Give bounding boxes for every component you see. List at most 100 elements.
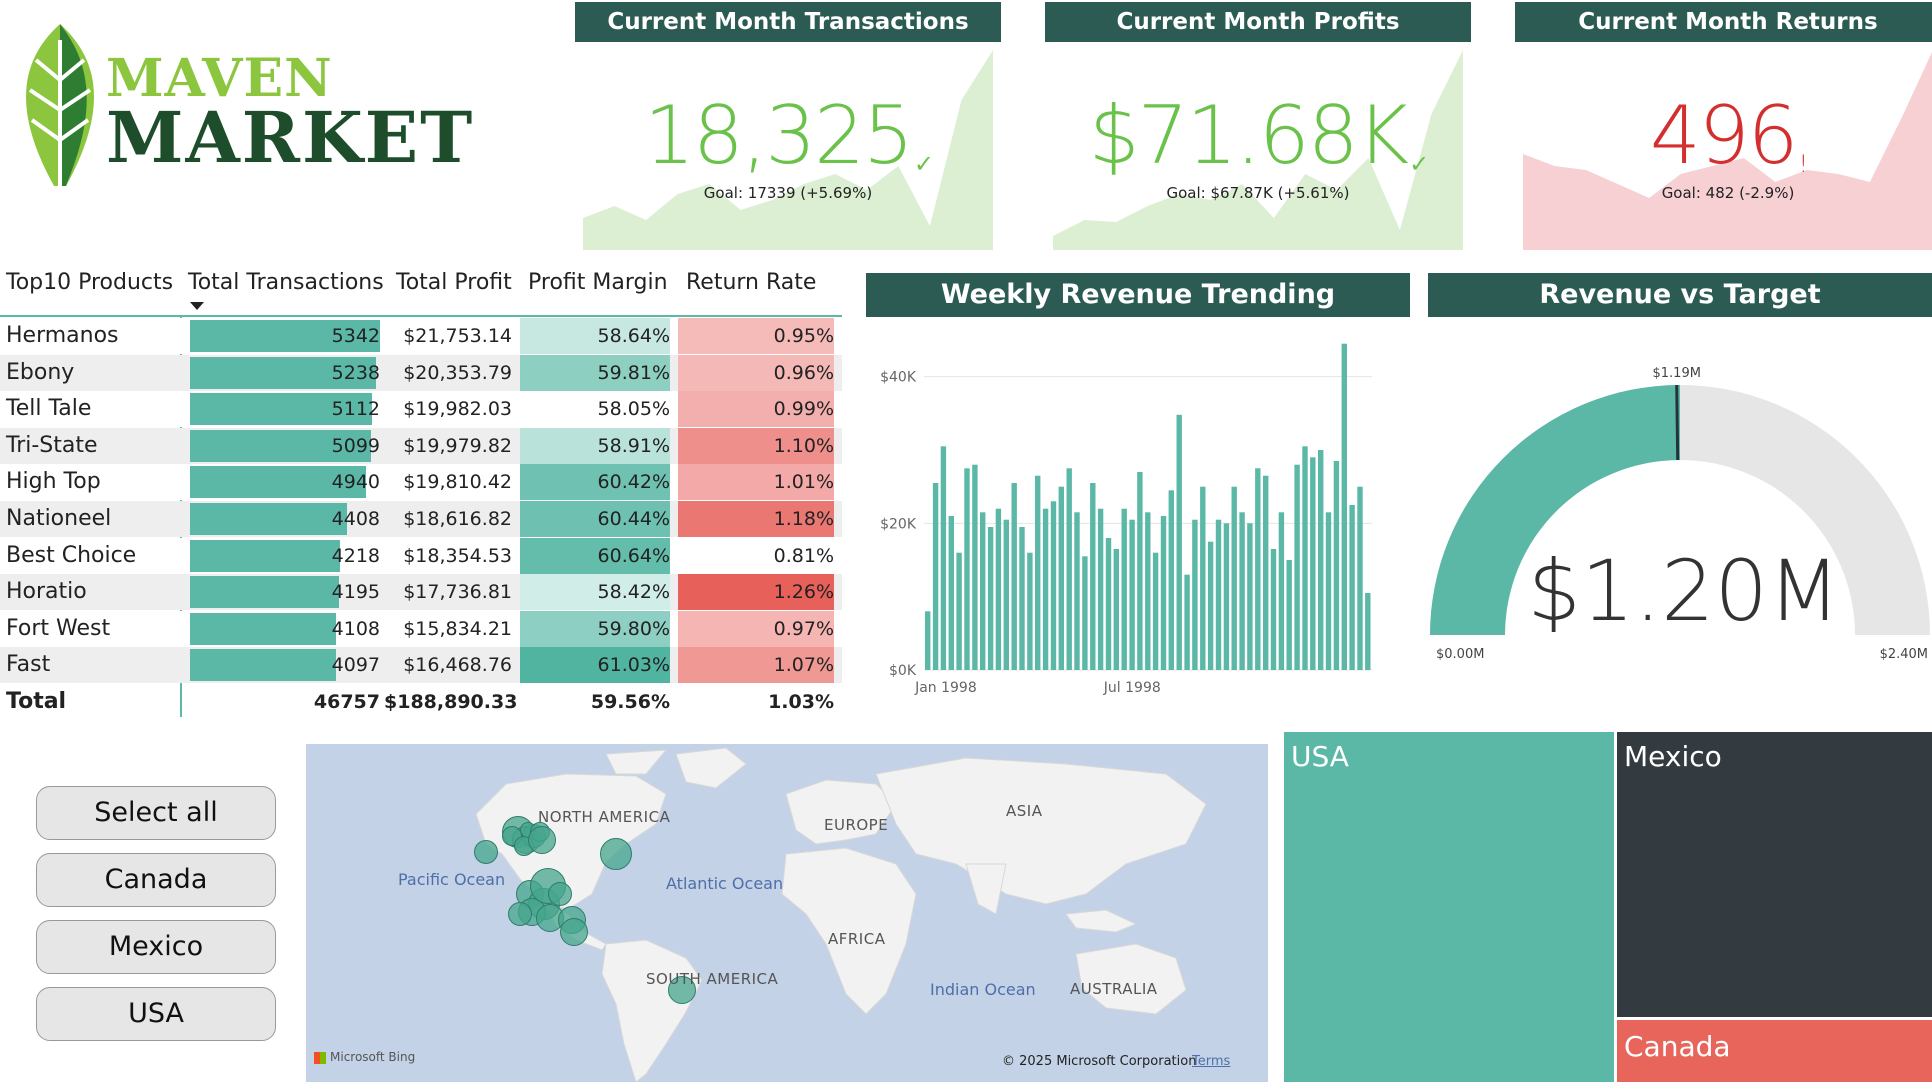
bing-brand-text: Microsoft Bing: [330, 1050, 416, 1064]
continent-label-south-america: SOUTH AMERICA: [646, 970, 779, 988]
treemap-label-mexico: Mexico: [1624, 740, 1722, 773]
weekly-revenue-title: Weekly Revenue Trending: [866, 273, 1410, 317]
treemap-label-usa: USA: [1291, 740, 1349, 773]
rate-value: 0.97%: [678, 610, 834, 647]
treemap-label-canada: Canada: [1624, 1030, 1731, 1063]
matrix-header-rate[interactable]: Return Rate: [686, 270, 816, 295]
table-row[interactable]: Fort West 4108 $15,834.21 59.80% 0.97%: [0, 610, 842, 647]
total-margin: 59.56%: [590, 691, 670, 713]
table-row[interactable]: Hermanos 5342 $21,753.14 58.64% 0.95%: [0, 318, 842, 354]
store-location-marker[interactable]: [528, 826, 556, 854]
map-copyright: © 2025 Microsoft Corporation: [1002, 1054, 1197, 1069]
treemap-tile-usa[interactable]: USA: [1284, 732, 1614, 1082]
slicer-select-all[interactable]: Select all: [36, 786, 276, 840]
store-map[interactable]: NORTH AMERICA EUROPE ASIA AFRICA SOUTH A…: [306, 744, 1268, 1082]
rate-value: 1.26%: [678, 574, 834, 611]
slicer-canada[interactable]: Canada: [36, 853, 276, 907]
kpi-goal: Goal: 482 (-2.9%): [1661, 184, 1795, 202]
country-treemap[interactable]: USA Mexico Canada: [1284, 732, 1932, 1082]
table-row[interactable]: Tri-State 5099 $19,979.82 58.91% 1.10%: [0, 427, 842, 464]
product-name: Hermanos: [6, 323, 119, 348]
revenue-bar: [1066, 468, 1072, 670]
total-transactions: 46757: [313, 691, 380, 713]
margin-value: 58.91%: [520, 427, 670, 464]
revenue-bar: [1255, 468, 1261, 670]
margin-value: 60.42%: [520, 464, 670, 501]
revenue-bar: [1223, 523, 1230, 670]
revenue-bar: [1215, 519, 1222, 670]
table-row[interactable]: Best Choice 4218 $18,354.53 60.64% 0.81%: [0, 537, 842, 574]
gauge-value: $1.20M: [1528, 542, 1841, 640]
revenue-bar: [1035, 475, 1041, 670]
profit-value: $15,834.21: [403, 617, 512, 640]
table-row[interactable]: Horatio 4195 $17,736.81 58.42% 1.26%: [0, 574, 842, 611]
revenue-bar: [995, 508, 1002, 670]
kpi-title: Current Month Returns: [1515, 2, 1932, 42]
revenue-bar: [1294, 464, 1300, 670]
store-location-marker[interactable]: [508, 902, 532, 926]
table-row[interactable]: Nationeel 4408 $18,616.82 60.44% 1.18%: [0, 501, 842, 537]
total-profit: $188,890.33: [384, 691, 518, 713]
matrix-header-product[interactable]: Top10 Products: [6, 270, 173, 295]
product-name: Nationeel: [6, 506, 112, 531]
x-tick-label: Jul 1998: [1103, 680, 1161, 696]
revenue-bar: [1286, 560, 1292, 670]
transactions-value: 5342: [331, 325, 380, 347]
y-tick-label: $40K: [880, 370, 917, 386]
table-row[interactable]: Fast 4097 $16,468.76 61.03% 1.07%: [0, 647, 842, 684]
rate-value: 0.96%: [678, 354, 834, 391]
treemap-tile-canada[interactable]: Canada: [1617, 1020, 1932, 1082]
sort-desc-icon[interactable]: [190, 302, 204, 310]
kpi-goal: Goal: 17339 (+5.69%): [703, 184, 873, 202]
revenue-bar: [1333, 461, 1340, 670]
continent-label-europe: EUROPE: [824, 816, 889, 834]
revenue-bar: [1349, 505, 1355, 670]
revenue-bar: [1341, 343, 1347, 670]
revenue-bar: [1160, 516, 1167, 670]
revenue-bar: [1247, 523, 1253, 670]
margin-value: 60.64%: [520, 537, 670, 574]
store-location-marker[interactable]: [600, 838, 632, 870]
store-location-marker[interactable]: [548, 882, 572, 906]
product-name: Ebony: [6, 359, 75, 385]
revenue-bar: [940, 446, 947, 670]
revenue-bar: [925, 611, 931, 670]
map-terms-link[interactable]: Terms: [1192, 1054, 1230, 1069]
x-tick-label: Jan 1998: [914, 680, 977, 696]
kpi-title: Current Month Transactions: [575, 2, 1001, 42]
ocean-label-pacific: Pacific Ocean: [398, 870, 506, 889]
table-row[interactable]: Tell Tale 5112 $19,982.03 58.05% 0.99%: [0, 391, 842, 428]
revenue-bar: [1192, 519, 1198, 670]
matrix-header-transactions[interactable]: Total Transactions: [188, 270, 384, 295]
total-rate: 1.03%: [768, 691, 834, 713]
product-name: Tri-State: [6, 432, 98, 458]
matrix-header-profit[interactable]: Total Profit: [396, 270, 512, 295]
store-location-marker[interactable]: [474, 840, 498, 864]
revenue-bar: [1003, 519, 1009, 670]
store-location-marker[interactable]: [560, 918, 588, 946]
profit-value: $21,753.14: [403, 325, 512, 347]
revenue-bar: [1200, 486, 1206, 670]
revenue-bar: [1113, 549, 1119, 670]
kpi-title: Current Month Profits: [1045, 2, 1471, 42]
margin-value: 59.80%: [520, 610, 670, 647]
table-row[interactable]: High Top 4940 $19,810.42 60.42% 1.01%: [0, 464, 842, 501]
table-row[interactable]: Ebony 5238 $20,353.79 59.81% 0.96%: [0, 354, 842, 391]
revenue-bar: [948, 516, 954, 670]
slicer-usa[interactable]: USA: [36, 987, 276, 1041]
continent-label-africa: AFRICA: [828, 930, 886, 948]
weekly-revenue-chart[interactable]: $40K $20K $0KJan 1998 Jul 1998: [866, 330, 1410, 700]
revenue-gauge[interactable]: $1.19M $0.00M $2.40M $1.20M: [1428, 330, 1932, 670]
margin-value: 58.05%: [520, 391, 670, 428]
profit-value: $18,616.82: [403, 508, 512, 530]
alert-icon: !: [1798, 150, 1809, 178]
transactions-value: 4408: [331, 508, 380, 530]
transactions-value: 4108: [331, 617, 380, 640]
revenue-bar: [1207, 541, 1214, 670]
treemap-tile-mexico[interactable]: Mexico: [1617, 732, 1932, 1017]
slicer-mexico[interactable]: Mexico: [36, 920, 276, 974]
bing-windows-icon: [314, 1051, 326, 1064]
matrix-header-margin[interactable]: Profit Margin: [528, 270, 668, 295]
transactions-value: 5238: [331, 361, 380, 384]
bing-logo: Microsoft Bing: [314, 1050, 415, 1064]
